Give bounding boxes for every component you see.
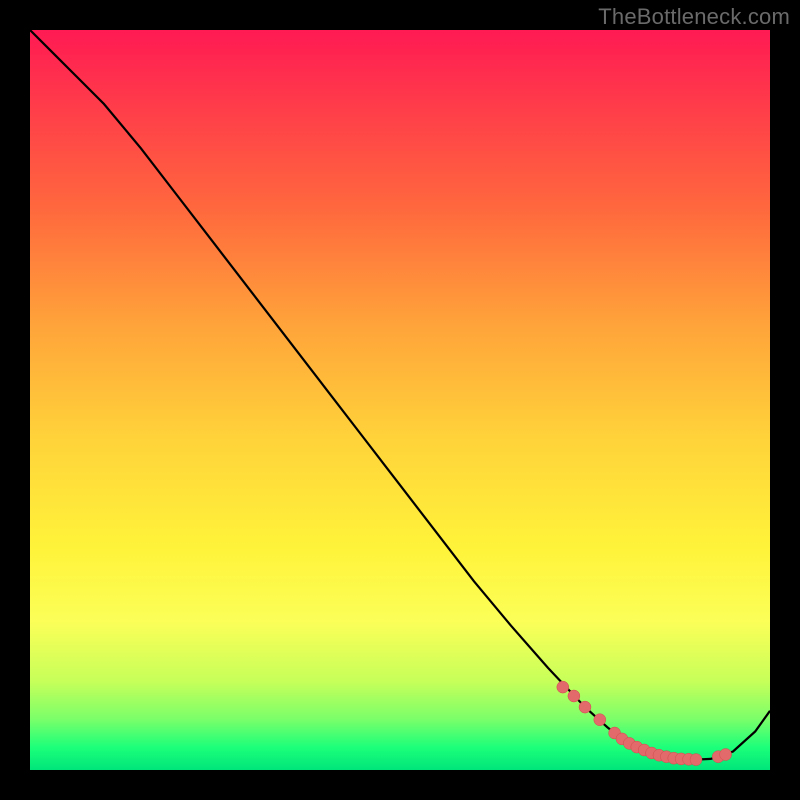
curve-line	[30, 30, 770, 760]
chart-svg	[30, 30, 770, 770]
marker-dot	[720, 749, 732, 761]
marker-dot	[690, 754, 702, 766]
chart-frame: TheBottleneck.com	[0, 0, 800, 800]
highlight-markers	[557, 681, 732, 766]
marker-dot	[579, 701, 591, 713]
marker-dot	[568, 690, 580, 702]
marker-dot	[594, 714, 606, 726]
watermark-text: TheBottleneck.com	[598, 4, 790, 30]
marker-dot	[557, 681, 569, 693]
plot-area	[30, 30, 770, 770]
